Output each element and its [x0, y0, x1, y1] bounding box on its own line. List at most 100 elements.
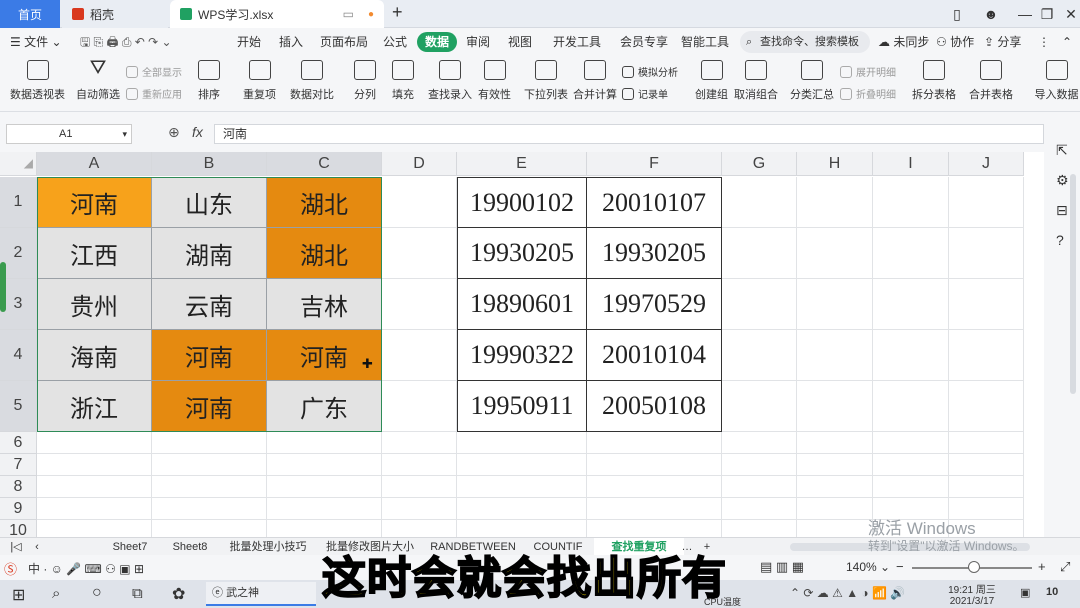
cell-empty[interactable] [382, 381, 457, 432]
validity-button[interactable]: 有效性 [478, 60, 511, 102]
more-icon[interactable]: ⋮ [1038, 32, 1050, 52]
column-header-h[interactable]: H [797, 152, 873, 176]
collapse-ribbon-icon[interactable]: ⌃ [1062, 32, 1072, 52]
cell-f3[interactable]: 19970529 [587, 279, 722, 330]
cell-a2[interactable]: 江西 [37, 228, 152, 279]
cell-empty[interactable] [722, 476, 797, 498]
cell-empty[interactable] [722, 520, 797, 537]
cell-empty[interactable] [382, 279, 457, 330]
cell-b3[interactable]: 云南 [152, 279, 267, 330]
cell-empty[interactable] [873, 432, 949, 454]
cell-empty[interactable] [797, 330, 873, 381]
column-header-c[interactable]: C [267, 152, 382, 176]
cell-empty[interactable] [949, 432, 1024, 454]
cell-empty[interactable] [152, 498, 267, 520]
left-scroll-handle[interactable] [0, 262, 6, 312]
cell-empty[interactable] [382, 520, 457, 537]
select-all-corner[interactable]: ◢ [0, 152, 37, 176]
menu-file[interactable]: ☰ 文件 ⌄ [10, 32, 62, 52]
cell-empty[interactable] [797, 432, 873, 454]
cell-empty[interactable] [382, 476, 457, 498]
cell-empty[interactable] [797, 520, 873, 537]
cell-empty[interactable] [267, 432, 382, 454]
menu-member[interactable]: 会员专享 [620, 32, 668, 52]
view-mode-icons[interactable]: ▤ ▥ ▦ [760, 559, 804, 575]
row-header-5[interactable]: 5 [0, 381, 37, 432]
cell-a3[interactable]: 贵州 [37, 279, 152, 330]
cell-empty[interactable] [949, 454, 1024, 476]
cell-empty[interactable] [797, 381, 873, 432]
pivot-table-button[interactable]: 数据透视表 [10, 60, 65, 102]
find-entry-button[interactable]: 查找录入 [428, 60, 472, 102]
row-header-8[interactable]: 8 [0, 476, 37, 498]
autofilter-button[interactable]: ⛛ 自动筛选 [76, 58, 120, 102]
prev-sheet-icon[interactable]: ‹ [30, 538, 44, 556]
settings-slider-icon[interactable]: ⚙ [1056, 172, 1069, 189]
cell-empty[interactable] [382, 498, 457, 520]
zoom-out-icon[interactable]: − [896, 559, 904, 574]
reapply-button[interactable]: 重新应用 [126, 86, 182, 101]
cell-empty[interactable] [152, 454, 267, 476]
ime-toolbar-icons[interactable]: 中 · ☺ 🎤 ⌨ ⚇ ▣ ⊞ [28, 560, 144, 577]
cell-empty[interactable] [267, 520, 382, 537]
name-box[interactable]: A1 ▾ [6, 124, 132, 144]
cell-empty[interactable] [267, 454, 382, 476]
cell-empty[interactable] [587, 520, 722, 537]
import-data-button[interactable]: 导入数据 [1033, 60, 1080, 102]
cell-empty[interactable] [797, 228, 873, 279]
cell-empty[interactable] [722, 454, 797, 476]
duplicates-button[interactable]: 重复项 [243, 60, 276, 102]
row-header-4[interactable]: 4 [0, 330, 37, 381]
menu-formula[interactable]: 公式 [383, 32, 407, 52]
split-column-button[interactable]: 分列 [354, 60, 376, 102]
window-count-icon[interactable]: ▯ [940, 0, 974, 28]
simulate-button[interactable]: 模拟分析 [622, 64, 678, 79]
show-all-button[interactable]: 全部显示 [126, 64, 182, 79]
cell-empty[interactable] [797, 177, 873, 228]
cell-empty[interactable] [722, 279, 797, 330]
data-compare-button[interactable]: 数据对比 [290, 60, 334, 102]
cell-empty[interactable] [382, 228, 457, 279]
menu-view[interactable]: 视图 [508, 32, 532, 52]
column-header-f[interactable]: F [587, 152, 722, 176]
cell-empty[interactable] [722, 381, 797, 432]
unsaved-dot-icon[interactable]: ● [368, 9, 374, 20]
cell-a1[interactable]: 河南 [37, 177, 152, 228]
cell-empty[interactable] [587, 454, 722, 476]
cell-empty[interactable] [457, 498, 587, 520]
new-tab-icon[interactable]: + [392, 2, 403, 23]
cell-c1[interactable]: 湖北 [267, 177, 382, 228]
row-header-6[interactable]: 6 [0, 432, 37, 454]
menu-insert[interactable]: 插入 [279, 32, 303, 52]
column-header-e[interactable]: E [457, 152, 587, 176]
sheet-tab[interactable]: Sheet7 [100, 538, 160, 556]
sheet-tab[interactable]: 批量处理小技巧 [220, 538, 316, 556]
cell-e3[interactable]: 19890601 [457, 279, 587, 330]
cell-empty[interactable] [37, 432, 152, 454]
tray-icons[interactable]: ⌃ ⟳ ☁ ⚠ ▲ ◑ 📶 🔊 [790, 586, 905, 600]
menu-data[interactable]: 数据 [417, 32, 458, 52]
help-icon[interactable]: ? [1056, 232, 1064, 248]
share-button[interactable]: ⇪ 分享 [984, 32, 1021, 52]
unsync-button[interactable]: ☁ 未同步 [878, 32, 929, 52]
menu-review[interactable]: 审阅 [466, 32, 490, 52]
expand-detail-button[interactable]: 展开明细 [840, 64, 896, 79]
search-icon[interactable]: ⌕ [52, 585, 60, 602]
cell-empty[interactable] [949, 330, 1024, 381]
cell-e5[interactable]: 19950911 [457, 381, 587, 432]
row-header-10[interactable]: 10 [0, 520, 37, 537]
cell-empty[interactable] [949, 381, 1024, 432]
column-header-i[interactable]: I [873, 152, 949, 176]
monitor-icon[interactable]: ▭ [343, 7, 354, 21]
record-form-button[interactable]: 记录单 [622, 86, 668, 101]
cell-empty[interactable] [267, 476, 382, 498]
clock[interactable]: 19:21 周三 2021/3/17 [944, 581, 1000, 607]
consolidate-button[interactable]: 合并计算 [573, 60, 617, 102]
avatar[interactable]: ☻ [974, 0, 1008, 28]
cell-empty[interactable] [949, 279, 1024, 330]
cell-empty[interactable] [873, 381, 949, 432]
fullscreen-icon[interactable]: ⤢ [1060, 559, 1070, 575]
merge-table-button[interactable]: 合并表格 [969, 60, 1013, 102]
cell-c3[interactable]: 吉林 [267, 279, 382, 330]
cell-e4[interactable]: 19990322 [457, 330, 587, 381]
